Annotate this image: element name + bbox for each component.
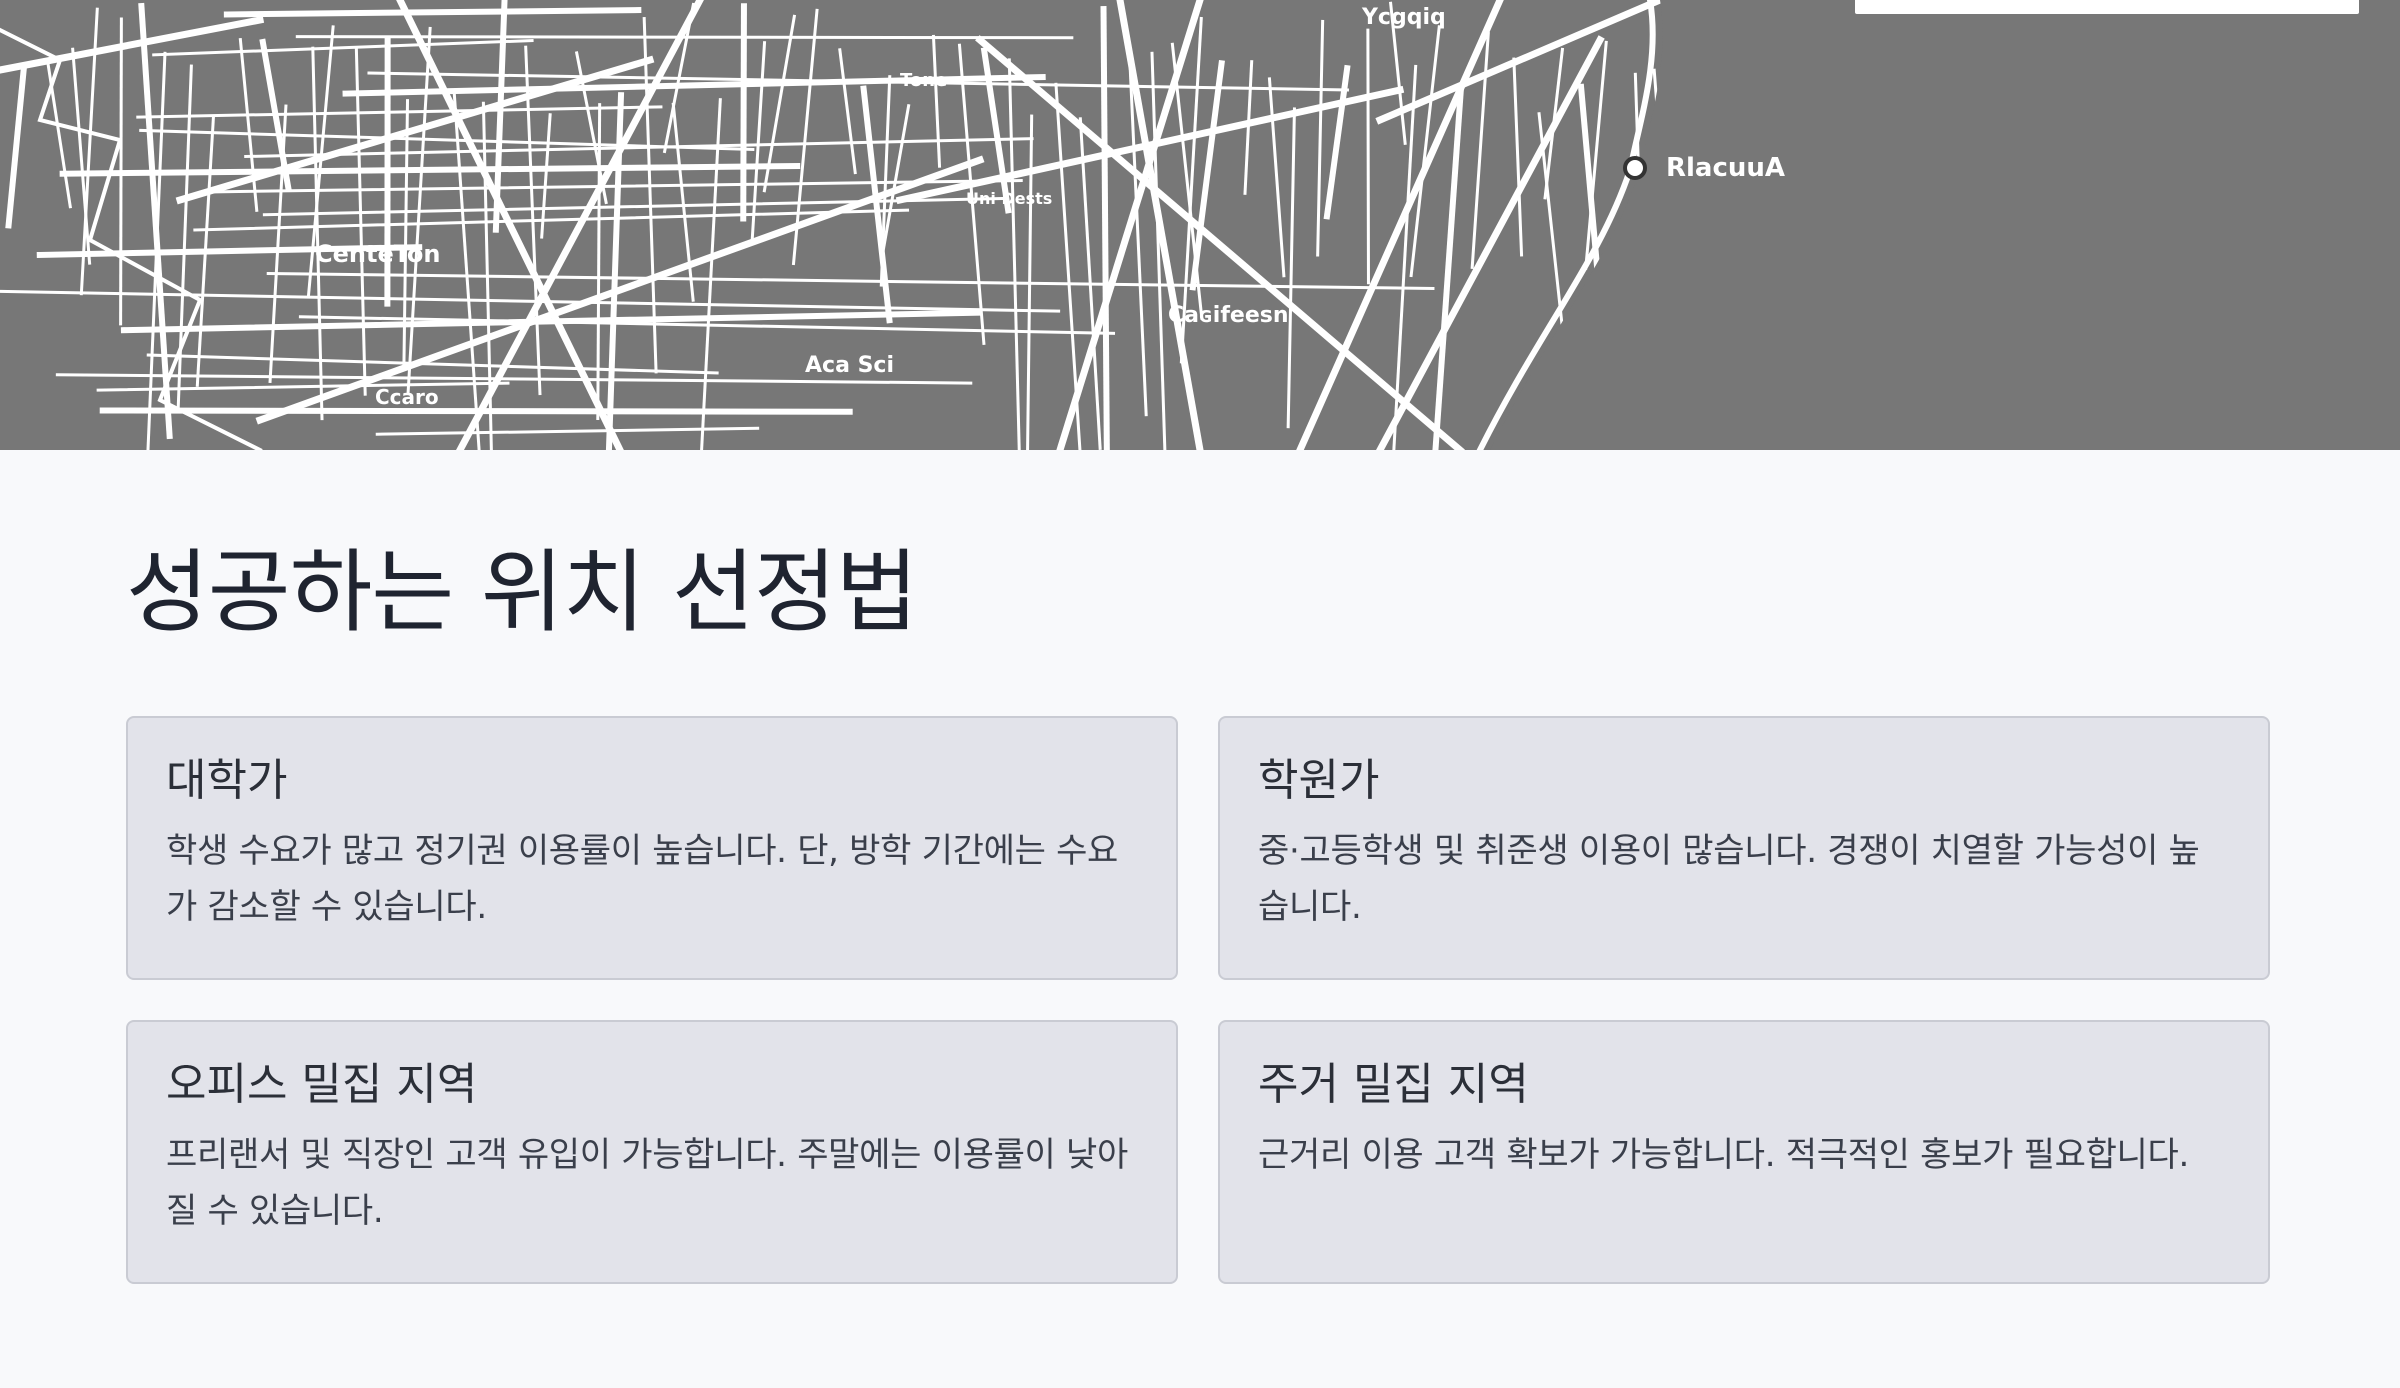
- card-title: 학원가: [1258, 755, 1380, 806]
- card-description: 근거리 이용 고객 확보가 가능합니다. 적극적인 홍보가 필요합니다.: [1258, 1135, 2190, 1176]
- map-label: CenteTon: [315, 240, 440, 268]
- top-overlay-panel: [1855, 0, 2359, 14]
- location-card-office: 오피스 밀집 지역 프리랜서 및 직장인 고객 유입이 가능합니다. 주말에는 …: [126, 1020, 1178, 1284]
- map-label: Uni Dests: [966, 189, 1052, 208]
- card-title: 대학가: [166, 755, 288, 806]
- map-label: RlacuuA: [1666, 153, 1785, 183]
- card-description: 학생 수요가 많고 정기권 이용률이 높습니다. 단, 방학 기간에는 수요가 …: [166, 831, 1119, 928]
- map-label: Ycgqiq: [1361, 5, 1446, 30]
- card-description: 중·고등학생 및 취준생 이용이 많습니다. 경쟁이 치열할 가능성이 높습니다…: [1258, 831, 2200, 928]
- card-title: 주거 밀집 지역: [1258, 1059, 1529, 1110]
- card-title: 오피스 밀집 지역: [166, 1059, 478, 1110]
- location-card-academy: 학원가 중·고등학생 및 취준생 이용이 많습니다. 경쟁이 치열할 가능성이 …: [1218, 716, 2270, 980]
- map-label: Tone: [900, 70, 947, 91]
- map-marker-icon: [1623, 156, 1647, 180]
- map-label: Ccaro: [375, 385, 439, 409]
- map-label: Caɢifeesn: [1168, 303, 1289, 328]
- location-card-residential: 주거 밀집 지역 근거리 이용 고객 확보가 가능합니다. 적극적인 홍보가 필…: [1218, 1020, 2270, 1284]
- section-title: 성공하는 위치 선정법: [126, 540, 918, 645]
- card-description: 프리랜서 및 직장인 고객 유입이 가능합니다. 주말에는 이용률이 낮아질 수…: [166, 1135, 1129, 1232]
- hero-map-image: Ycgqiq CenteTon Caɢifeesn RlacuuA Ccaro …: [0, 0, 2400, 450]
- location-card-university: 대학가 학생 수요가 많고 정기권 이용률이 높습니다. 단, 방학 기간에는 …: [126, 716, 1178, 980]
- map-label: Aca Sci: [805, 353, 894, 378]
